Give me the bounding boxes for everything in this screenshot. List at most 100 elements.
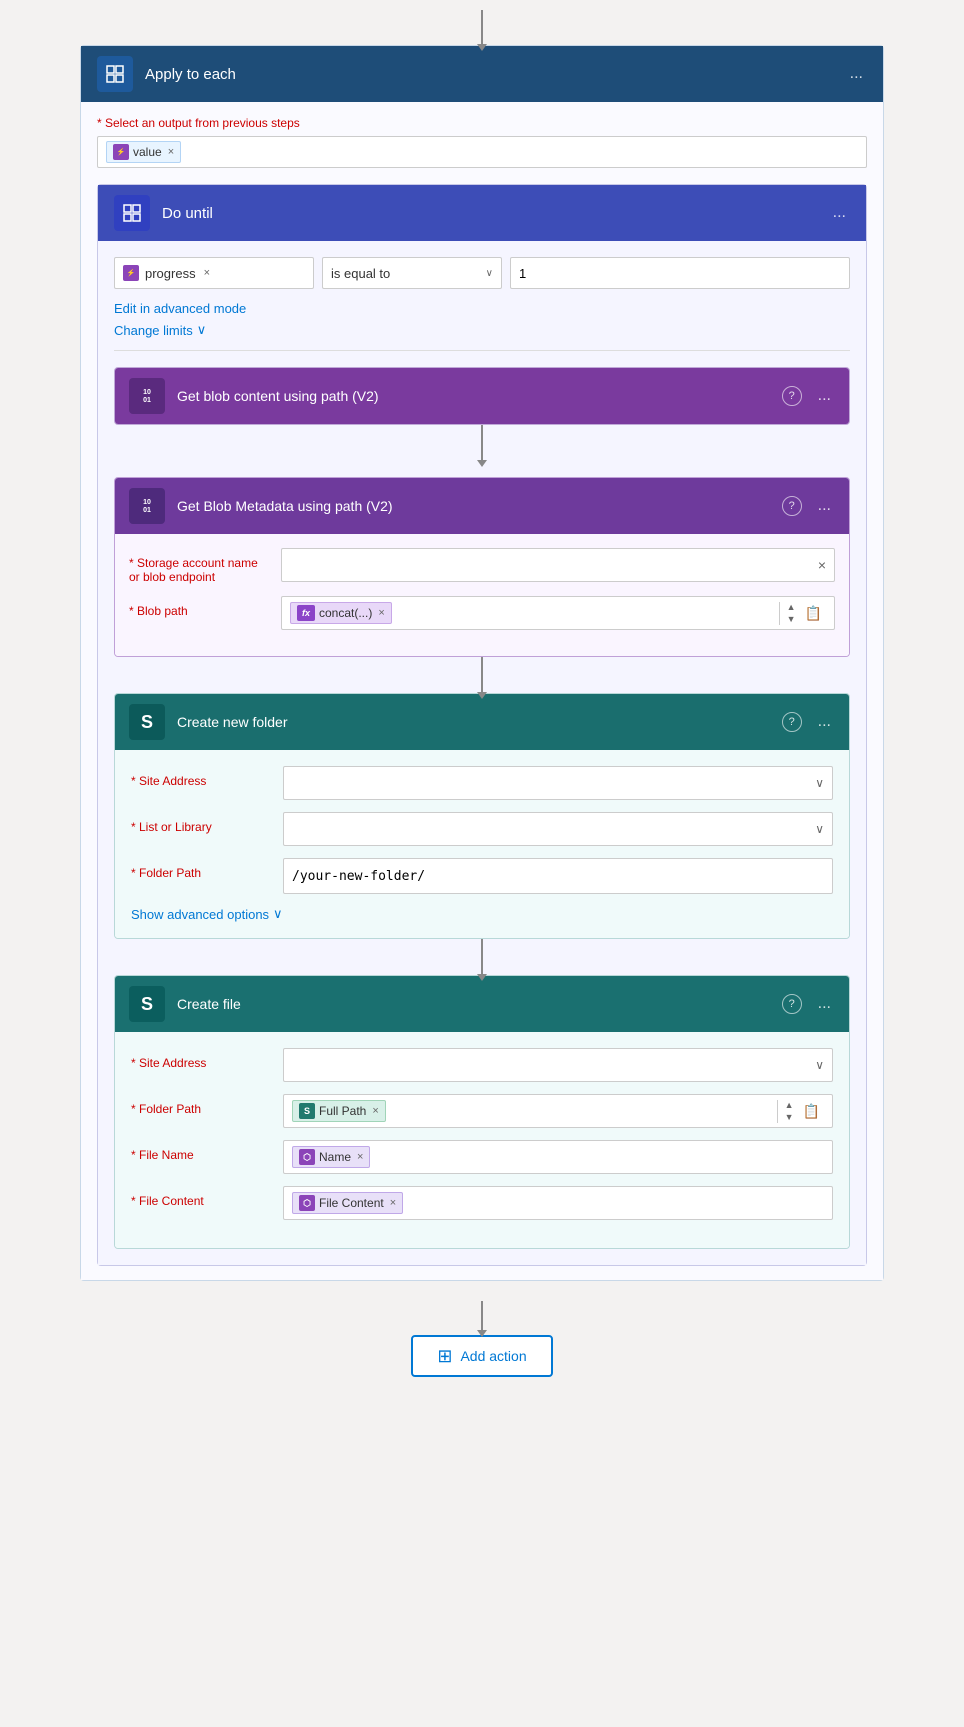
change-limits-label: Change limits — [114, 323, 193, 338]
create-folder-actions: ? ... — [782, 712, 835, 732]
blob-path-folder-btn[interactable]: 📋 — [801, 605, 826, 622]
name-token-text: Name — [319, 1150, 351, 1164]
cf-list-library-chevron: ∨ — [815, 822, 824, 836]
apply-to-each-card: Apply to each ... * Select an output fro… — [80, 45, 884, 1281]
cf-site-address-input[interactable]: ∨ — [283, 766, 833, 800]
get-blob-metadata-icon: 10 01 — [129, 488, 165, 524]
crf-file-content-input[interactable]: ⬡ File Content × — [283, 1186, 833, 1220]
create-file-help[interactable]: ? — [782, 994, 802, 1014]
show-advanced-options-label: Show advanced options — [131, 907, 269, 922]
storage-account-input[interactable]: × — [281, 548, 835, 582]
do-until-card: Do until ... ⚡ progress × — [97, 184, 867, 1266]
create-folder-title: Create new folder — [177, 714, 782, 730]
full-path-token-close[interactable]: × — [372, 1105, 378, 1117]
get-blob-content-menu-btn[interactable]: ... — [814, 386, 835, 406]
concat-token-close[interactable]: × — [378, 607, 384, 619]
get-blob-metadata-header[interactable]: 10 01 Get Blob Metadata using path (V2) … — [115, 478, 849, 534]
create-file-icon: S — [129, 986, 165, 1022]
crf-file-content-field: ⬡ File Content × — [283, 1186, 833, 1220]
blob-path-down-btn[interactable]: ▼ — [784, 614, 799, 625]
crf-file-content-label: * File Content — [131, 1186, 271, 1208]
connector-blob-content-metadata — [114, 425, 850, 461]
get-blob-content-icon: 10 01 — [129, 378, 165, 414]
name-token: ⬡ Name × — [292, 1146, 370, 1168]
crf-folder-path-folder-btn[interactable]: 📋 — [799, 1103, 824, 1120]
name-token-close[interactable]: × — [357, 1151, 363, 1163]
condition-op-arrow: ∨ — [486, 268, 493, 279]
create-file-menu-btn[interactable]: ... — [814, 994, 835, 1014]
crf-file-name-row: * File Name ⬡ Name × — [131, 1140, 833, 1174]
crf-folder-path-input[interactable]: S Full Path × ▲ ▼ — [283, 1094, 833, 1128]
cf-list-library-input[interactable]: ∨ — [283, 812, 833, 846]
storage-account-label: * Storage account name or blob endpoint — [129, 548, 269, 584]
get-blob-metadata-card: 10 01 Get Blob Metadata using path (V2) … — [114, 477, 850, 657]
condition-op-text: is equal to — [331, 266, 390, 281]
get-blob-metadata-menu-btn[interactable]: ... — [814, 496, 835, 516]
blob-path-input[interactable]: fx concat(...) × ▲ ▼ — [281, 596, 835, 630]
value-token-icon: ⚡ — [113, 144, 129, 160]
get-blob-metadata-title: Get Blob Metadata using path (V2) — [177, 498, 782, 514]
cf-folder-path-label: * Folder Path — [131, 858, 271, 880]
connector-metadata-folder — [114, 657, 850, 693]
cf-folder-path-field — [283, 858, 833, 894]
create-file-header[interactable]: S Create file ? ... — [115, 976, 849, 1032]
crf-file-name-input[interactable]: ⬡ Name × — [283, 1140, 833, 1174]
get-blob-content-actions: ? ... — [782, 386, 835, 406]
blob-path-row: * Blob path fx concat(...) × — [129, 596, 835, 630]
add-action-icon: ⊞ — [437, 1347, 452, 1365]
get-blob-content-title: Get blob content using path (V2) — [177, 388, 782, 404]
crf-site-address-row: * Site Address ∨ — [131, 1048, 833, 1082]
full-path-token-text: Full Path — [319, 1104, 366, 1118]
crf-folder-path-label: * Folder Path — [131, 1094, 271, 1116]
add-action-button[interactable]: ⊞ Add action — [411, 1335, 552, 1377]
add-action-wrapper: ⊞ Add action — [411, 1301, 552, 1377]
storage-account-clear-btn[interactable]: × — [818, 557, 826, 573]
do-until-menu-btn[interactable]: ... — [829, 203, 850, 223]
create-folder-header[interactable]: S Create new folder ? ... — [115, 694, 849, 750]
condition-val-box[interactable] — [510, 257, 850, 289]
get-blob-content-header[interactable]: 10 01 Get blob content using path (V2) ?… — [115, 368, 849, 424]
show-advanced-options-btn[interactable]: Show advanced options ∨ — [131, 906, 283, 922]
progress-token-input[interactable]: ⚡ progress × — [114, 257, 314, 289]
storage-account-row: * Storage account name or blob endpoint … — [129, 548, 835, 584]
cf-site-address-field: ∨ — [283, 766, 833, 800]
value-token-close[interactable]: × — [168, 146, 174, 158]
crf-file-content-row: * File Content ⬡ File Content × — [131, 1186, 833, 1220]
do-until-header[interactable]: Do until ... — [98, 185, 866, 241]
select-output-input[interactable]: ⚡ value × — [97, 136, 867, 168]
change-limits-btn[interactable]: Change limits ∨ — [114, 322, 206, 338]
progress-token-close[interactable]: × — [204, 267, 210, 279]
cf-list-library-field: ∨ — [283, 812, 833, 846]
edit-advanced-btn[interactable]: Edit in advanced mode — [114, 301, 246, 316]
crf-site-address-input[interactable]: ∨ — [283, 1048, 833, 1082]
value-token: ⚡ value × — [106, 141, 181, 163]
apply-to-each-header[interactable]: Apply to each ... — [81, 46, 883, 102]
do-until-icon — [114, 195, 150, 231]
create-folder-help[interactable]: ? — [782, 712, 802, 732]
add-action-label: Add action — [460, 1348, 526, 1364]
cf-folder-path-row: * Folder Path — [131, 858, 833, 894]
crf-folder-path-down-btn[interactable]: ▼ — [782, 1112, 797, 1123]
file-content-token-close[interactable]: × — [390, 1197, 396, 1209]
apply-to-each-menu-btn[interactable]: ... — [846, 64, 867, 84]
cf-folder-path-input[interactable] — [283, 858, 833, 894]
blob-path-field: fx concat(...) × ▲ ▼ — [281, 596, 835, 630]
get-blob-content-help[interactable]: ? — [782, 386, 802, 406]
apply-to-each-title: Apply to each — [145, 66, 846, 83]
cf-site-address-row: * Site Address ∨ — [131, 766, 833, 800]
do-until-wrapper: Do until ... ⚡ progress × — [97, 184, 867, 1266]
show-advanced-chevron: ∨ — [273, 906, 283, 922]
select-output-label: * Select an output from previous steps — [97, 116, 867, 130]
create-folder-menu-btn[interactable]: ... — [814, 712, 835, 732]
condition-value-input[interactable] — [510, 257, 850, 289]
blob-path-up-btn[interactable]: ▲ — [784, 602, 799, 613]
fx-icon: fx — [297, 605, 315, 621]
cf-list-library-label: * List or Library — [131, 812, 271, 834]
create-folder-icon: S — [129, 704, 165, 740]
condition-op-box[interactable]: is equal to ∨ — [322, 257, 502, 289]
get-blob-metadata-help[interactable]: ? — [782, 496, 802, 516]
blob-path-side-btns: ▲ ▼ — [779, 602, 799, 625]
get-blob-metadata-actions: ? ... — [782, 496, 835, 516]
crf-folder-path-up-btn[interactable]: ▲ — [782, 1100, 797, 1111]
crf-site-address-field: ∨ — [283, 1048, 833, 1082]
